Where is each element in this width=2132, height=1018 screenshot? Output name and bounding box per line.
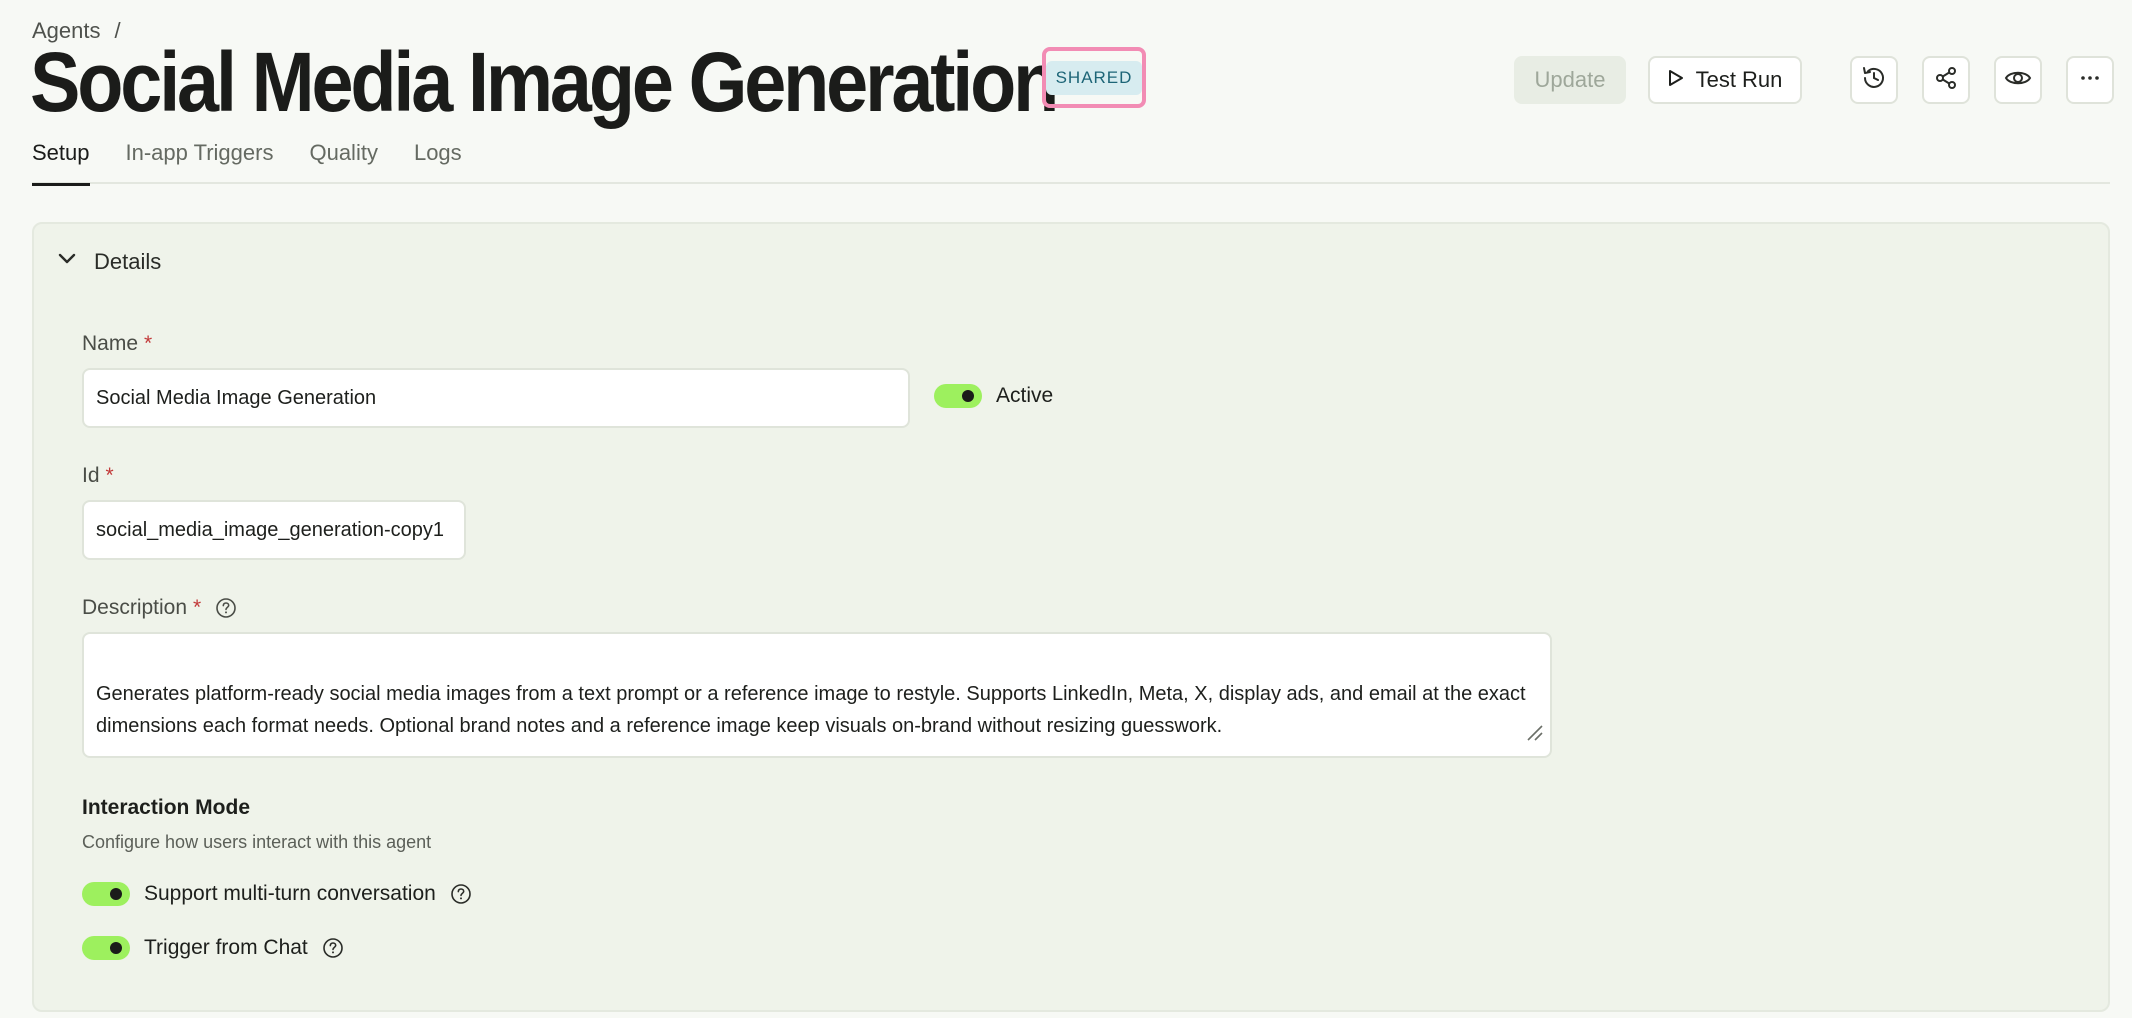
title-row: Social Media Image Generation	[30, 40, 1170, 124]
multi-turn-label: Support multi-turn conversation	[144, 882, 436, 905]
tab-in-app-triggers[interactable]: In-app Triggers	[126, 136, 274, 184]
name-field-value: Social Media Image Generation	[96, 386, 377, 409]
id-label: Id *	[82, 464, 114, 488]
details-toggle[interactable]: Details	[56, 248, 161, 276]
share-icon	[1933, 65, 1959, 96]
tab-quality[interactable]: Quality	[309, 136, 377, 184]
required-marker: *	[105, 464, 114, 487]
description-field-value: Generates platform-ready social media im…	[96, 683, 1526, 737]
help-icon[interactable]	[322, 937, 344, 959]
name-label-text: Name	[82, 332, 139, 355]
update-button[interactable]: Update	[1514, 56, 1626, 104]
details-section-label: Details	[94, 249, 162, 274]
chevron-down-icon	[56, 248, 78, 276]
page-title: Social Media Image Generation	[30, 35, 1059, 129]
name-field[interactable]: Social Media Image Generation	[82, 368, 910, 428]
history-icon	[1861, 65, 1887, 96]
id-label-text: Id	[82, 464, 100, 487]
details-card: Details Name * Social Media Image Generat…	[32, 222, 2110, 1012]
active-toggle-row: Active	[934, 384, 1053, 408]
more-button[interactable]	[2066, 56, 2114, 104]
interaction-mode-subtitle: Configure how users interact with this a…	[82, 832, 432, 852]
multi-turn-toggle-row: Support multi-turn conversation	[82, 882, 472, 906]
test-run-button[interactable]: Test Run	[1648, 56, 1802, 104]
tab-bar: Setup In-app Triggers Quality Logs	[32, 136, 2110, 186]
more-icon	[2077, 65, 2103, 96]
share-button[interactable]	[1922, 56, 1970, 104]
active-toggle[interactable]	[934, 384, 982, 408]
eye-icon	[2004, 65, 2032, 96]
active-label: Active	[996, 384, 1054, 407]
id-field[interactable]: social_media_image_generation-copy1	[82, 500, 466, 560]
tab-logs[interactable]: Logs	[414, 136, 462, 184]
preview-button[interactable]	[1994, 56, 2042, 104]
test-run-label: Test Run	[1695, 67, 1783, 92]
required-marker: *	[144, 332, 153, 355]
shared-badge: SHARED	[1045, 60, 1143, 95]
shared-badge-highlight: SHARED	[1042, 47, 1146, 108]
name-label: Name *	[82, 332, 152, 356]
trigger-from-chat-label: Trigger from Chat	[144, 936, 308, 959]
description-field[interactable]: Generates platform-ready social media im…	[82, 632, 1552, 758]
help-icon[interactable]	[450, 883, 472, 905]
tab-setup[interactable]: Setup	[32, 136, 90, 186]
id-field-value: social_media_image_generation-copy1	[96, 518, 444, 541]
history-button[interactable]	[1850, 56, 1898, 104]
header-actions: Update Test Run	[1514, 56, 2114, 104]
trigger-from-chat-toggle-row: Trigger from Chat	[82, 936, 344, 960]
description-label-text: Description	[82, 596, 188, 619]
interaction-mode-title: Interaction Mode	[82, 796, 251, 819]
required-marker: *	[193, 596, 202, 619]
help-icon[interactable]	[215, 597, 237, 619]
trigger-from-chat-toggle[interactable]	[82, 936, 130, 960]
resize-handle-icon[interactable]	[1524, 720, 1544, 752]
multi-turn-toggle[interactable]	[82, 882, 130, 906]
description-label: Description *	[82, 596, 237, 620]
play-icon	[1668, 67, 1684, 93]
